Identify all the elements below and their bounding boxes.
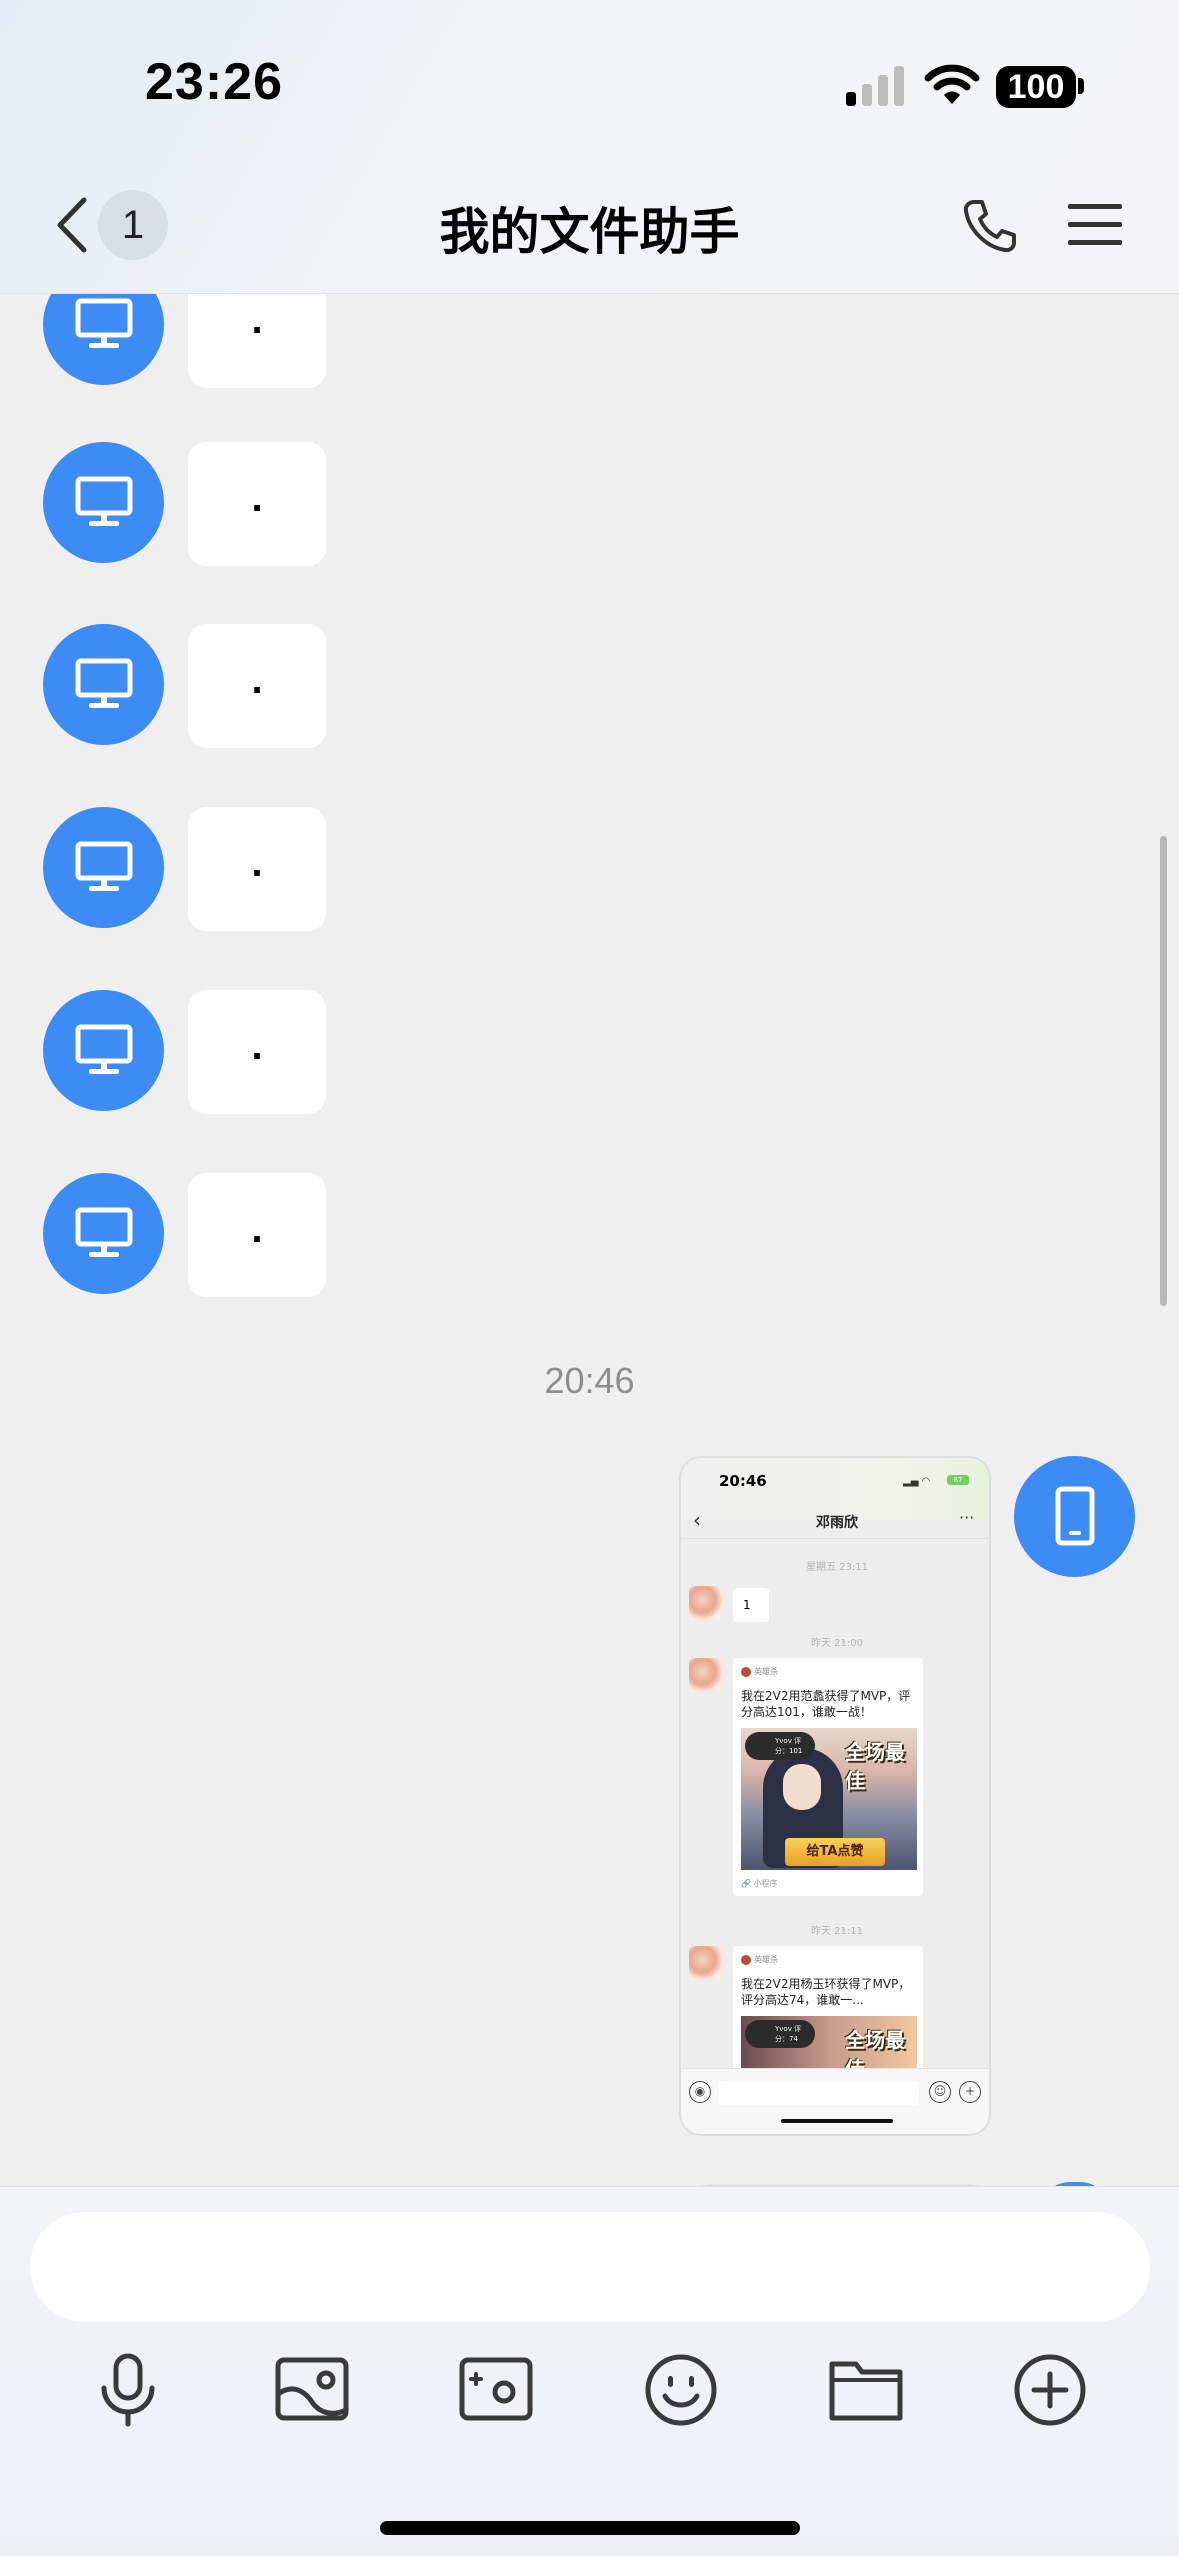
cellular-signal-icon — [846, 66, 904, 106]
computer-avatar[interactable] — [43, 624, 164, 745]
message-row: . — [0, 294, 1179, 388]
emoji-button[interactable] — [641, 2350, 721, 2430]
voice-button[interactable] — [88, 2350, 168, 2430]
message-bubble[interactable]: . — [188, 442, 326, 566]
camera-button[interactable] — [456, 2350, 536, 2430]
shot-card-image: Yvov 评分：101 全场最佳 给TA点赞 — [741, 1728, 917, 1870]
game-logo-icon — [741, 1666, 751, 1677]
shot-card-score-badge: Yvov 评分：74 — [745, 2020, 815, 2048]
computer-icon — [75, 298, 133, 348]
input-bar — [0, 2186, 1179, 2556]
computer-icon — [75, 476, 133, 526]
wifi-icon — [924, 64, 980, 104]
computer-avatar[interactable] — [43, 1173, 164, 1294]
shot-card-mvp-label: 全场最佳 — [845, 1740, 905, 1793]
shot-card-source-label: 英雄杀 — [754, 1955, 778, 1964]
phone-call-icon[interactable] — [960, 196, 1020, 256]
shot-voice-icon: ◉ — [689, 2081, 711, 2103]
shot-card-source: 英雄杀 — [741, 1954, 778, 1965]
shot-mini-program-card: 英雄杀 我在2V2用范蠡获得了MVP，评分高达101，谁敢一战！ Yvov 评分… — [733, 1658, 923, 1896]
chat-message-list[interactable]: . . . . . . 20:46 20:46 ▂▄ ◠ 87 ‹ 邓雨欣 ··… — [0, 294, 1179, 2186]
plus-icon — [1014, 2354, 1086, 2426]
message-input[interactable] — [30, 2212, 1150, 2322]
shot-card-text: 我在2V2用杨玉环获得了MVP，评分高达74，谁敢一... — [741, 1977, 911, 2007]
message-bubble[interactable]: . — [188, 807, 326, 931]
screenshot-image-message[interactable]: 20:46 ▂▄ ◠ 87 ‹ 邓雨欣 ··· 星期五 23:11 1 昨天 2… — [679, 1456, 991, 2136]
message-bubble[interactable]: . — [188, 624, 326, 748]
top-bar: 23:26 100 1 我的文件助手 — [0, 0, 1179, 294]
status-time: 23:26 — [145, 53, 283, 111]
computer-avatar[interactable] — [43, 442, 164, 563]
shot-plus-icon: + — [959, 2081, 981, 2103]
message-bubble[interactable]: . — [188, 294, 326, 388]
shot-contact-avatar — [689, 1946, 723, 1980]
message-row: . — [0, 807, 1179, 931]
shot-card-score-badge: Yvov 评分：101 — [745, 1732, 815, 1760]
link-icon: 🔗 — [741, 1879, 751, 1888]
shot-card-mini-program-label: 🔗 小程序 — [741, 1878, 778, 1889]
message-row: . — [0, 624, 1179, 748]
shot-card-mini-label: 小程序 — [753, 1879, 778, 1888]
character-face — [783, 1764, 821, 1810]
shot-message-bubble: 1 — [733, 1588, 769, 1622]
shot-more-icon: ··· — [959, 1508, 975, 1527]
image-icon — [275, 2357, 349, 2421]
battery-tip — [1078, 78, 1084, 94]
more-button[interactable] — [1010, 2350, 1090, 2430]
computer-icon — [75, 1207, 133, 1257]
emoji-icon — [645, 2354, 717, 2426]
computer-icon — [75, 1024, 133, 1074]
game-logo-icon — [741, 1954, 751, 1965]
shot-timestamp: 昨天 21:11 — [811, 1926, 863, 1937]
shot-card-text: 我在2V2用范蠡获得了MVP，评分高达101，谁敢一战！ — [741, 1689, 911, 1719]
computer-avatar[interactable] — [43, 807, 164, 928]
image-button[interactable] — [272, 2350, 352, 2430]
shot-timestamp: 昨天 21:00 — [811, 1638, 863, 1649]
shot-divider — [681, 1538, 989, 1539]
computer-icon — [75, 841, 133, 891]
shot-card-image: Yvov 评分：74 全场最佳 — [741, 2016, 917, 2076]
shot-contact-avatar — [689, 1658, 723, 1692]
computer-avatar[interactable] — [43, 990, 164, 1111]
shot-battery: 87 — [947, 1475, 969, 1485]
message-bubble[interactable]: . — [188, 1173, 326, 1297]
message-row: . — [0, 990, 1179, 1114]
shot-mini-program-card: 英雄杀 我在2V2用杨玉环获得了MVP，评分高达74，谁敢一... Yvov 评… — [733, 1946, 923, 2076]
shot-contact-avatar — [689, 1586, 723, 1620]
home-indicator[interactable] — [380, 2521, 800, 2535]
shot-chat-title: 邓雨欣 — [816, 1515, 858, 1531]
shot-timestamp: 星期五 23:11 — [806, 1562, 868, 1573]
shot-emoji-icon: ☺ — [929, 2081, 951, 2103]
shot-card-source-label: 英雄杀 — [754, 1667, 778, 1676]
microphone-icon — [101, 2353, 155, 2427]
message-bubble[interactable]: . — [188, 990, 326, 1114]
message-timestamp: 20:46 — [544, 1360, 635, 1401]
mobile-phone-icon — [1055, 1486, 1095, 1546]
shot-home-indicator — [781, 2119, 893, 2123]
camera-icon — [459, 2357, 533, 2421]
message-row: . — [0, 442, 1179, 566]
computer-icon — [75, 658, 133, 708]
shot-input-field — [719, 2081, 919, 2105]
shot-signal-icon: ▂▄ ◠ — [903, 1476, 931, 1487]
scrollbar[interactable] — [1160, 836, 1167, 1306]
message-row: . — [0, 1173, 1179, 1297]
computer-avatar[interactable] — [43, 294, 164, 385]
phone-avatar[interactable] — [1014, 1456, 1135, 1577]
battery-indicator: 100 — [996, 66, 1076, 108]
menu-icon[interactable] — [1066, 200, 1124, 250]
folder-icon — [829, 2361, 903, 2421]
shot-input-bar: ◉ ☺ + — [681, 2068, 989, 2134]
file-button[interactable] — [826, 2350, 906, 2430]
shot-card-source: 英雄杀 — [741, 1666, 778, 1677]
shot-status-time: 20:46 — [719, 1472, 767, 1490]
shot-card-like-button: 给TA点赞 — [785, 1838, 885, 1866]
